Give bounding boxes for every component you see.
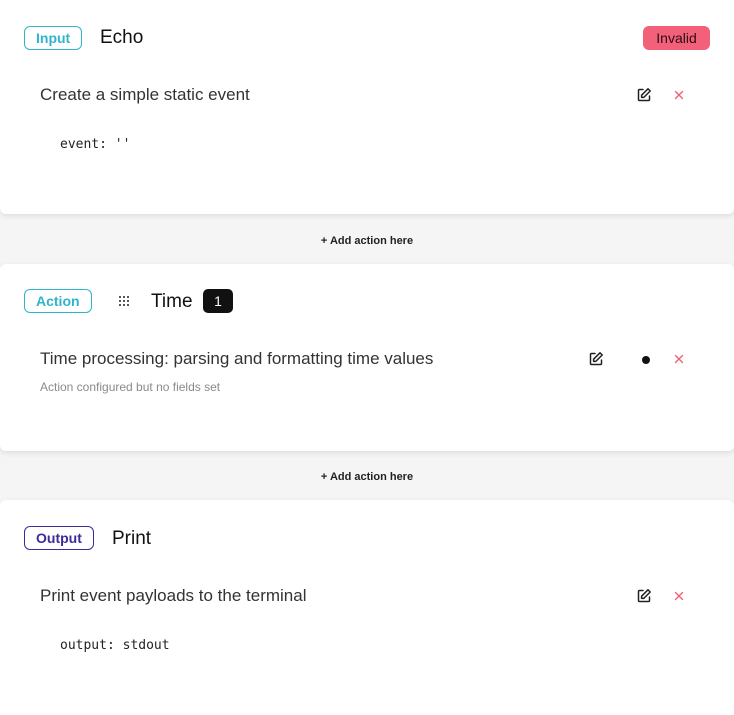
output-card — [0, 500, 734, 715]
add-action-button[interactable]: + Add action here — [0, 470, 734, 484]
output-description: Print event payloads to the terminal — [40, 586, 307, 605]
action-description: Time processing: parsing and formatting … — [40, 349, 434, 368]
action-edit-icon[interactable] — [588, 351, 604, 367]
output-title: Print — [112, 528, 152, 549]
add-action-button[interactable]: + Add action here — [0, 234, 734, 248]
output-delete-icon[interactable] — [674, 591, 684, 601]
output-config: output: stdout — [60, 638, 170, 653]
input-type-badge: Input — [24, 26, 83, 50]
action-title: Time — [151, 291, 193, 312]
input-config: event: '' — [60, 137, 131, 152]
drag-handle-icon[interactable] — [118, 295, 130, 307]
output-type-badge: Output — [24, 526, 94, 550]
input-delete-icon[interactable] — [674, 90, 684, 100]
input-title: Echo — [100, 27, 144, 48]
action-delete-icon[interactable] — [674, 354, 684, 364]
input-edit-icon[interactable] — [636, 87, 652, 103]
status-dot-icon — [642, 356, 650, 364]
action-note: Action configured but no fields set — [40, 380, 221, 394]
input-description: Create a simple static event — [40, 85, 250, 104]
action-type-badge: Action — [24, 289, 92, 313]
invalid-status-badge: Invalid — [643, 26, 710, 50]
action-count-badge: 1 — [203, 289, 233, 313]
output-edit-icon[interactable] — [636, 588, 652, 604]
